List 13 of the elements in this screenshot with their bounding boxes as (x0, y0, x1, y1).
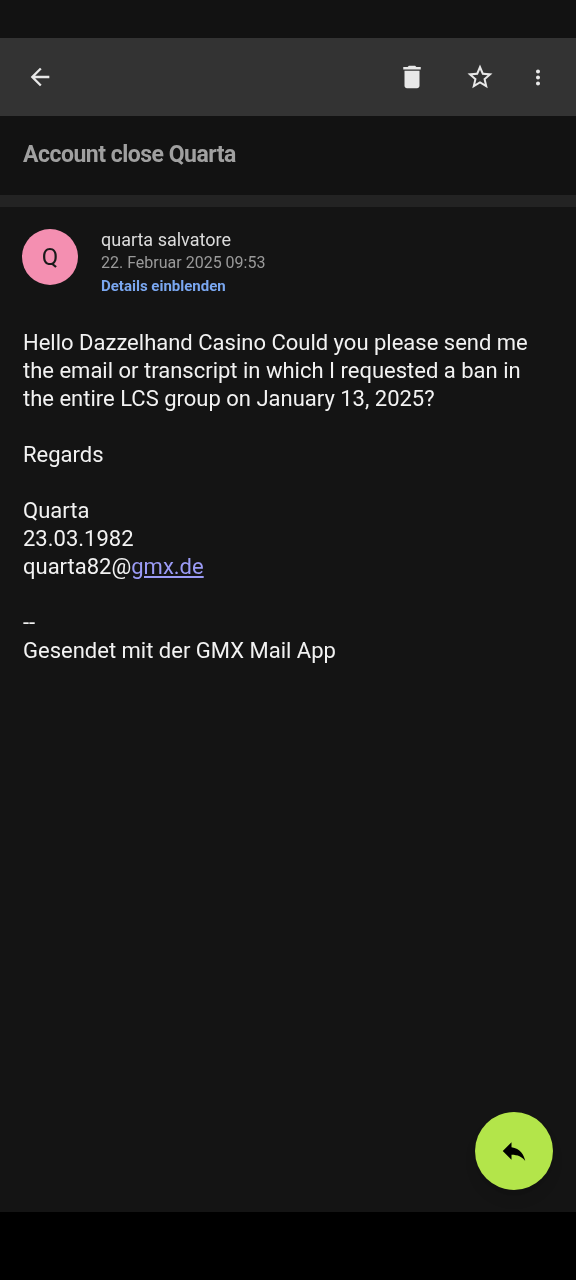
email-body-text: Regards (23, 441, 105, 469)
email-body-text: Quarta (23, 497, 91, 525)
email-subject: Account close Quarta (23, 140, 236, 171)
email-address-text: quarta82@gmx.de (23, 553, 205, 581)
details-link[interactable]: Details einblenden (101, 275, 266, 297)
sender-avatar: Q (22, 229, 78, 285)
email-body-text: Hello Dazzelhand Casino Could you please send me the email or transcript in which I requested a ban in the entire LCS group on January 13, 2025? (23, 329, 529, 413)
email-body-text: Gesendet mit der GMX Mail App (23, 637, 337, 665)
email-body-text: 23.03.1982 (23, 525, 135, 553)
email-date: 22. Februar 2025 09:53 (101, 252, 266, 274)
email-body-text: -- (23, 609, 37, 637)
sender-name: quarta salvatore (101, 229, 232, 251)
email-domain-link[interactable]: gmx.de (131, 554, 204, 579)
